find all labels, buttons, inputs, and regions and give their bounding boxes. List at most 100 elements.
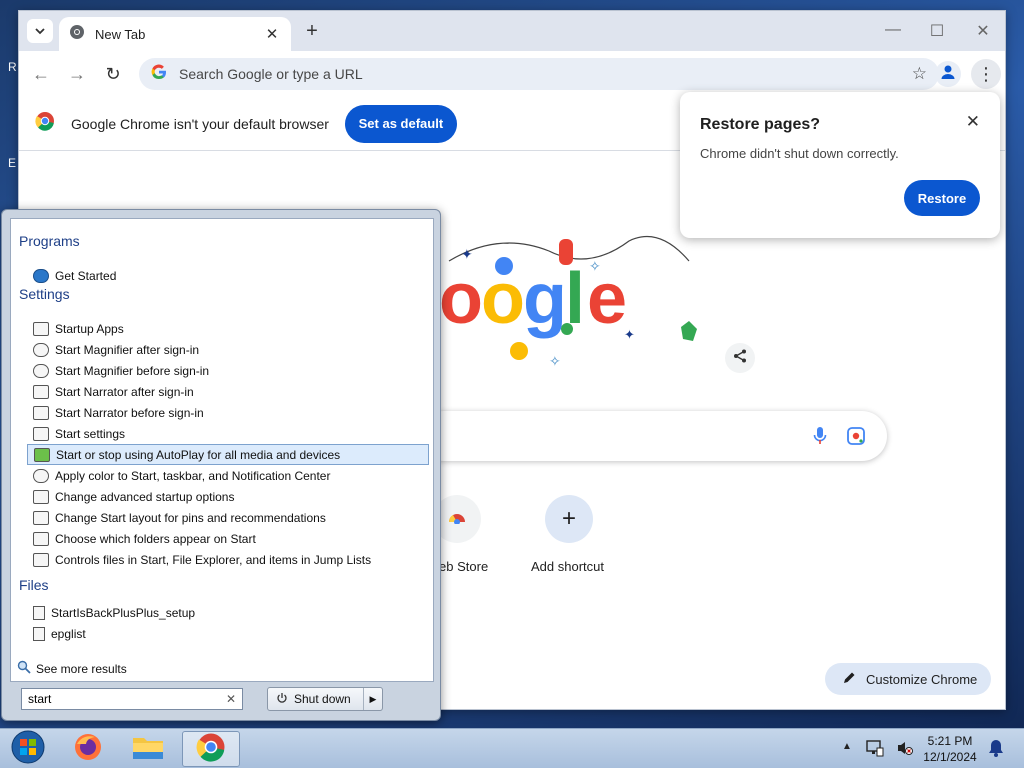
minimize-button[interactable]: — <box>881 21 905 39</box>
forward-button[interactable]: → <box>65 63 89 87</box>
result-label: StartIsBackPlusPlus_setup <box>51 605 196 620</box>
plus-icon: + <box>561 505 576 532</box>
share-icon <box>733 349 747 368</box>
start-menu-footer: start ✕ Shut down ▶ <box>2 682 440 722</box>
result-startisback-setup[interactable]: StartIsBackPlusPlus_setup <box>27 602 429 623</box>
svg-text:✧: ✧ <box>589 258 601 274</box>
svg-text:✦: ✦ <box>461 246 473 262</box>
close-tab-icon[interactable]: ✕ <box>263 25 281 43</box>
back-button[interactable]: ← <box>29 63 53 87</box>
chrome-menu-button[interactable]: ⋮ <box>971 59 1001 89</box>
lens-search-icon[interactable] <box>847 427 865 450</box>
result-magnifier-before[interactable]: Start Magnifier before sign-in <box>27 360 429 381</box>
restore-message: Chrome didn't shut down correctly. <box>700 146 899 161</box>
svg-text:✧: ✧ <box>549 353 561 369</box>
result-label: Startup Apps <box>55 321 124 336</box>
tab-search-button[interactable] <box>27 19 53 43</box>
shutdown-button[interactable]: Shut down <box>268 688 364 710</box>
group-header-programs: Programs <box>19 233 80 249</box>
bookmark-star-icon[interactable]: ☆ <box>912 64 927 84</box>
taskbar-file-explorer[interactable] <box>122 731 174 767</box>
search-icon <box>17 660 31 677</box>
desktop-icon-label: R <box>8 60 17 74</box>
result-start-folders[interactable]: Choose which folders appear on Start <box>27 528 429 549</box>
result-autoplay[interactable]: Start or stop using AutoPlay for all med… <box>27 444 429 465</box>
start-search-input[interactable]: start ✕ <box>21 688 243 710</box>
restore-button[interactable]: Restore <box>904 180 980 216</box>
start-orb-icon <box>11 730 45 768</box>
clear-search-icon[interactable]: ✕ <box>226 692 236 706</box>
chrome-logo-icon <box>35 111 55 136</box>
taskbar: ▲ 5:21 PM 12/1/2024 <box>0 728 1024 768</box>
chrome-web-store-icon <box>447 510 467 529</box>
settings-icon <box>33 321 49 336</box>
result-label: Apply color to Start, taskbar, and Notif… <box>55 468 331 483</box>
ntp-search-box[interactable] <box>419 411 887 461</box>
show-hidden-icons-chevron-icon[interactable]: ▲ <box>842 741 852 752</box>
autoplay-icon <box>34 447 50 462</box>
result-narrator-before[interactable]: Start Narrator before sign-in <box>27 402 429 423</box>
doodle-share-button[interactable] <box>725 343 755 373</box>
customize-chrome-button[interactable]: Customize Chrome <box>825 663 991 695</box>
narrator-icon <box>33 384 49 399</box>
close-icon[interactable]: ✕ <box>966 112 980 132</box>
see-more-results-link[interactable]: See more results <box>17 660 127 677</box>
google-doodle[interactable]: o o g l e ✦ ✧ ✧ ✦ <box>439 221 719 371</box>
voice-search-icon[interactable] <box>813 426 827 451</box>
magnifier-icon <box>33 363 49 378</box>
svg-text:o: o <box>439 259 483 339</box>
taskbar-firefox[interactable] <box>62 731 114 767</box>
kebab-menu-icon: ⋮ <box>977 63 995 84</box>
shutdown-label: Shut down <box>294 692 351 706</box>
result-get-started[interactable]: Get Started <box>27 265 429 286</box>
result-narrator-after[interactable]: Start Narrator after sign-in <box>27 381 429 402</box>
taskbar-chrome[interactable] <box>182 731 240 767</box>
result-label: Change Start layout for pins and recomme… <box>55 510 326 525</box>
result-label: Change advanced startup options <box>55 489 235 504</box>
start-button[interactable] <box>2 730 54 768</box>
add-shortcut-button[interactable]: + <box>545 495 593 543</box>
pencil-icon <box>843 671 856 687</box>
svg-text:✦: ✦ <box>624 327 635 342</box>
result-label: Controls files in Start, File Explorer, … <box>55 552 372 567</box>
new-tab-button[interactable]: + <box>301 20 323 43</box>
result-apply-color[interactable]: Apply color to Start, taskbar, and Notif… <box>27 465 429 486</box>
tab-title: New Tab <box>95 26 146 42</box>
speaker-muted-icon[interactable] <box>896 739 914 762</box>
chrome-favicon-icon <box>69 24 85 45</box>
firefox-icon <box>73 732 103 767</box>
installer-icon <box>33 605 45 620</box>
maximize-button[interactable]: ☐ <box>925 21 949 41</box>
result-epglist[interactable]: epglist <box>27 623 429 644</box>
google-g-icon <box>151 64 167 85</box>
restore-title: Restore pages? <box>700 116 821 133</box>
shutdown-button-group: Shut down ▶ <box>267 687 383 711</box>
result-advanced-startup[interactable]: Change advanced startup options <box>27 486 429 507</box>
chevron-down-icon <box>35 22 45 40</box>
result-start-layout[interactable]: Change Start layout for pins and recomme… <box>27 507 429 528</box>
see-more-label: See more results <box>36 661 127 676</box>
tab-new-tab[interactable]: New Tab ✕ <box>59 17 291 51</box>
network-icon[interactable] <box>866 739 884 762</box>
set-as-default-button[interactable]: Set as default <box>344 104 457 143</box>
file-explorer-icon <box>132 734 164 765</box>
result-jump-lists[interactable]: Controls files in Start, File Explorer, … <box>27 549 429 570</box>
result-magnifier-after[interactable]: Start Magnifier after sign-in <box>27 339 429 360</box>
restore-button-label: Restore <box>917 190 967 206</box>
shutdown-options-arrow-icon[interactable]: ▶ <box>364 694 382 705</box>
close-window-button[interactable]: ✕ <box>971 21 995 41</box>
taskbar-clock[interactable]: 5:21 PM 12/1/2024 <box>918 733 982 765</box>
result-label: Start Magnifier after sign-in <box>55 342 200 357</box>
omnibox[interactable]: Search Google or type a URL ☆ <box>139 58 939 90</box>
profile-button[interactable] <box>935 61 961 87</box>
result-startup-apps[interactable]: Startup Apps <box>27 318 429 339</box>
start-menu: Programs Get Started Settings Startup Ap… <box>1 209 441 721</box>
magnifier-icon <box>33 342 49 357</box>
result-start-settings[interactable]: Start settings <box>27 423 429 444</box>
settings-icon <box>33 531 49 546</box>
result-label: Start Magnifier before sign-in <box>55 363 210 378</box>
power-icon <box>276 692 288 707</box>
start-menu-results: Programs Get Started Settings Startup Ap… <box>10 218 434 682</box>
notification-bell-icon[interactable] <box>988 739 1004 762</box>
reload-button[interactable]: ↻ <box>101 63 125 87</box>
